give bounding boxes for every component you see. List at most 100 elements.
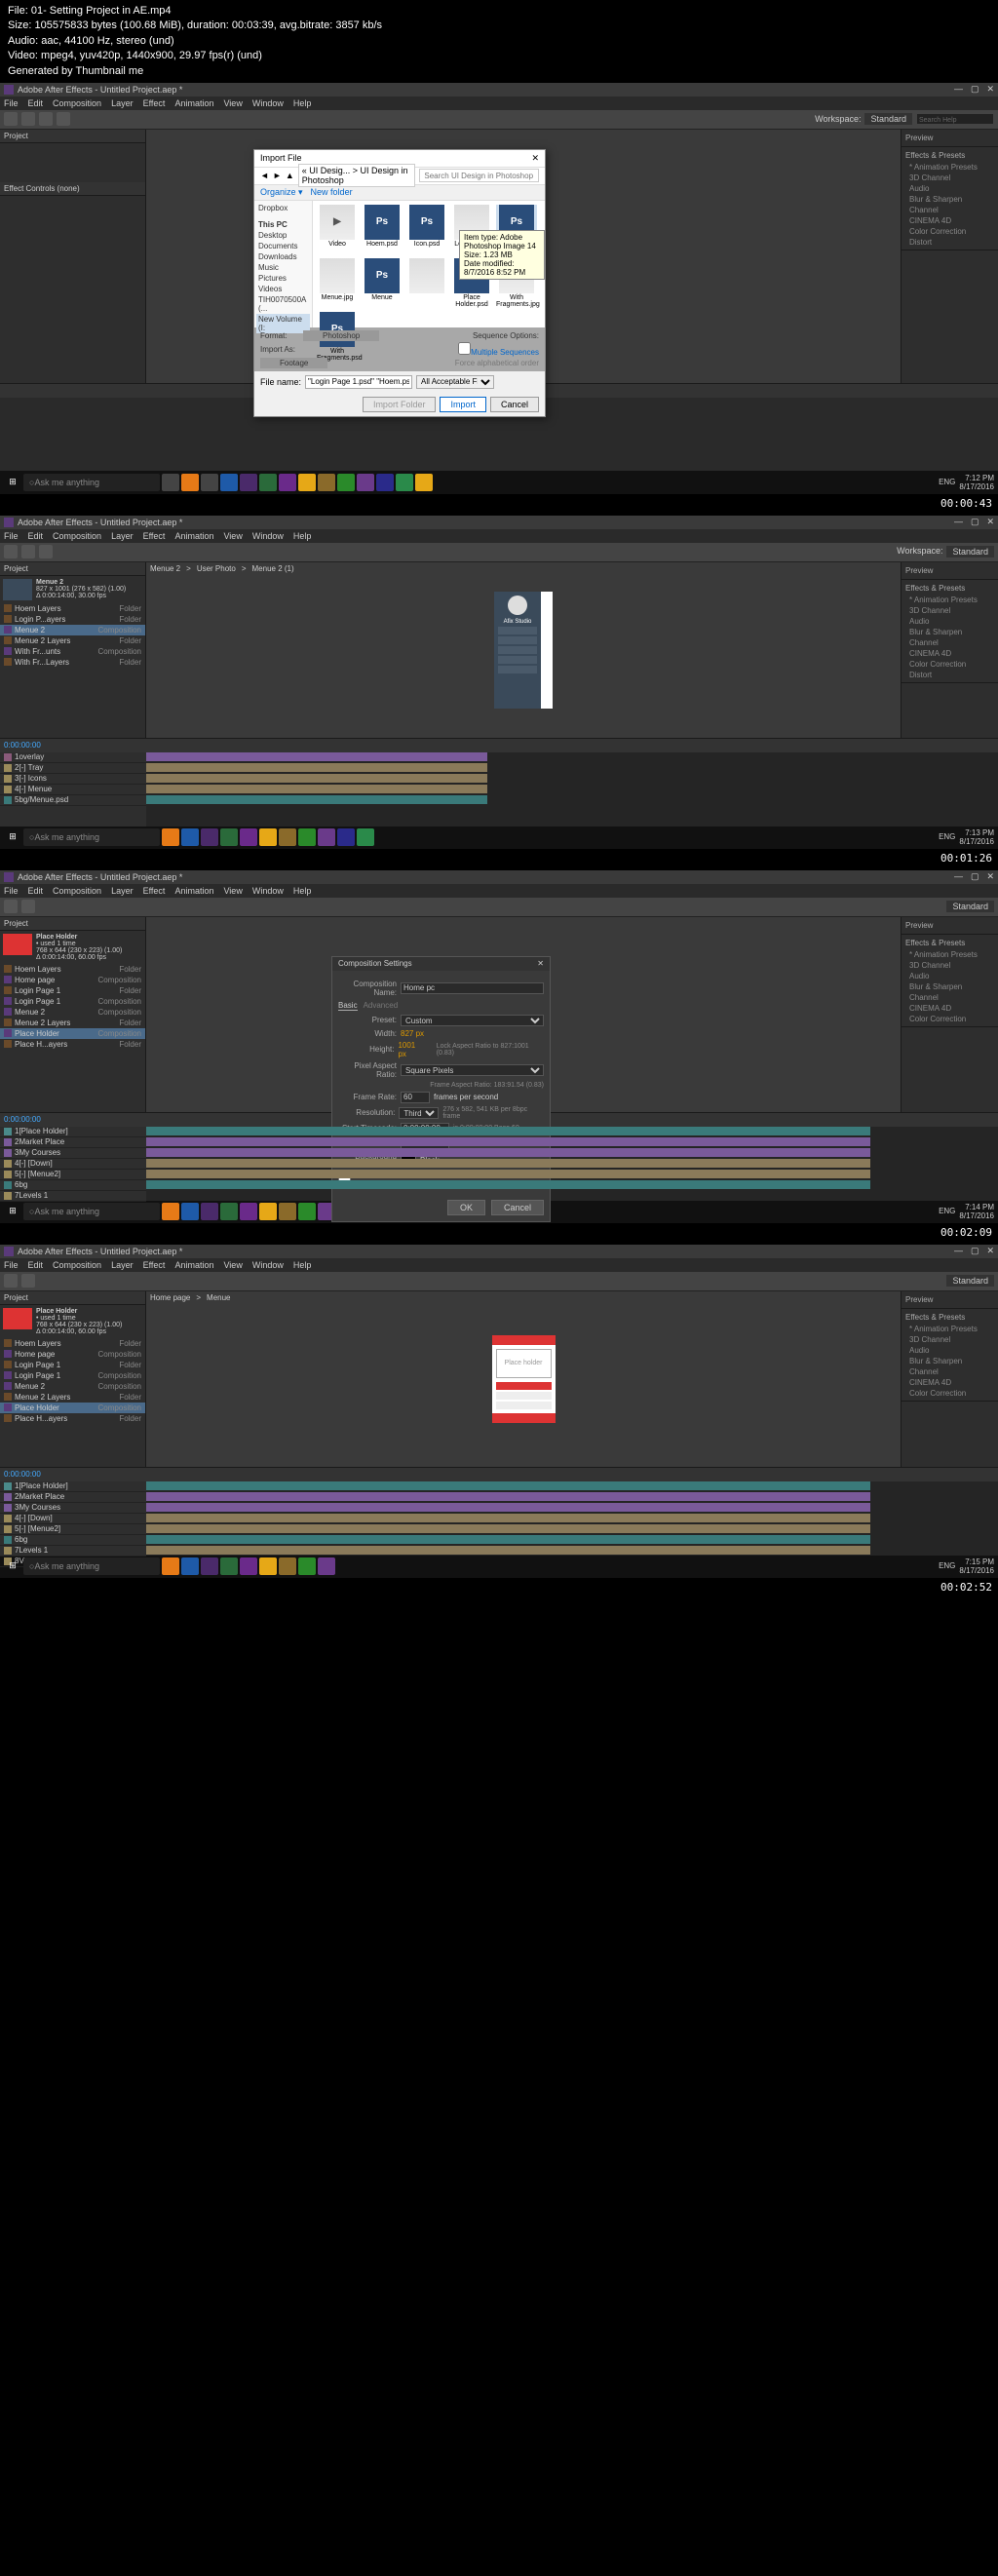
task-icon[interactable] [298,474,316,491]
multi-seq-checkbox[interactable] [458,342,471,355]
path-breadcrumb[interactable]: « UI Desig... > UI Design in Photoshop [298,164,416,187]
project-tree[interactable]: Hoem LayersFolder Home pageComposition L… [0,964,145,1050]
minimize-icon[interactable]: — [954,84,963,95]
menu-help[interactable]: Help [293,98,312,108]
preset-item[interactable]: 3D Channel [903,173,996,183]
sidebar-item[interactable]: Videos [256,284,310,294]
preset-item[interactable]: CINEMA 4D [903,215,996,226]
menu-edit[interactable]: Edit [28,98,44,108]
file-item[interactable]: PsIcon.psd [406,205,447,254]
effects-presets-title[interactable]: Effects & Presets [903,149,996,162]
start-button[interactable]: ⊞ [4,474,21,491]
menu-composition[interactable]: Composition [53,98,101,108]
import-folder-button[interactable]: Import Folder [363,397,437,412]
task-icon[interactable] [357,474,374,491]
cancel-button[interactable]: Cancel [490,397,539,412]
width-value[interactable]: 827 px [401,1029,424,1038]
preset-item[interactable]: Audio [903,183,996,194]
task-icon[interactable] [376,474,394,491]
preset-dropdown[interactable]: Custom [401,1015,544,1026]
file-item[interactable] [406,258,447,308]
sidebar-item[interactable]: Desktop [256,230,310,241]
menu-file[interactable]: File [4,98,19,108]
rotate-tool[interactable] [57,112,70,126]
preset-item[interactable]: Channel [903,205,996,215]
file-filter-dropdown[interactable]: All Acceptable Files (*.prproj;*.c [416,375,494,389]
search-input[interactable] [419,169,539,182]
timeline-panel[interactable]: 0:00:00:00 1 overlay 2 [-] Tray 3 [-] Ic… [0,738,998,826]
composition-viewer[interactable]: Home page > Menue Place holder [146,1291,901,1467]
nav-back-icon[interactable]: ◄ [260,171,269,180]
file-item[interactable]: PsHoem.psd [362,205,403,254]
tab-advanced[interactable]: Advanced [364,1001,399,1011]
preset-item[interactable]: Distort [903,237,996,248]
framerate-input[interactable] [401,1092,430,1103]
project-tree[interactable]: Hoem LayersFolder Home pageComposition L… [0,1338,145,1424]
project-tree[interactable]: Hoem LayersFolder Login P...ayersFolder … [0,603,145,668]
task-icon[interactable] [259,474,277,491]
project-panel-tab[interactable]: Project [0,130,145,143]
tray-lang[interactable]: ENG [939,478,955,486]
timecode-display[interactable]: 0:00:00:00 [4,741,41,750]
composition-viewer[interactable]: Menue 2 > User Photo > Menue 2 (1) Afix … [146,562,901,738]
height-value[interactable]: 1001 px [398,1041,424,1058]
sidebar-item[interactable]: Dropbox [256,203,310,213]
nav-up-icon[interactable]: ▲ [286,171,294,180]
close-icon[interactable]: ✕ [986,84,994,95]
task-icon[interactable] [162,474,179,491]
preset-item[interactable]: Blur & Sharpen [903,194,996,205]
task-icon[interactable] [279,474,296,491]
menu-effect[interactable]: Effect [143,98,166,108]
sidebar-item[interactable]: New Volume (I: [256,314,310,333]
task-icon[interactable] [201,474,218,491]
task-icon[interactable] [240,474,257,491]
new-folder-button[interactable]: New folder [311,187,353,198]
preset-item[interactable]: Color Correction [903,226,996,237]
zoom-tool[interactable] [39,112,53,126]
hand-tool[interactable] [21,112,35,126]
sidebar-item[interactable]: TIH0070500A (... [256,294,310,314]
par-dropdown[interactable]: Square Pixels [401,1064,544,1076]
menu-bar[interactable]: File Edit Composition Layer Effect Anima… [0,96,998,110]
cancel-button[interactable]: Cancel [491,1200,544,1215]
sidebar-item[interactable]: Documents [256,241,310,251]
task-icon[interactable] [220,474,238,491]
task-icon[interactable] [337,474,355,491]
ok-button[interactable]: OK [447,1200,485,1215]
menu-animation[interactable]: Animation [174,98,213,108]
maximize-icon[interactable]: ▢ [971,84,979,95]
sidebar-item[interactable]: Pictures [256,273,310,284]
task-icon[interactable] [415,474,433,491]
sidebar-item[interactable]: Downloads [256,251,310,262]
comp-name-input[interactable] [401,982,544,994]
taskbar[interactable]: ⊞ ○ Ask me anything ENG 7:12 PM8/17/2016 [0,471,998,494]
system-tray[interactable]: ENG 7:12 PM8/17/2016 [939,474,994,491]
window-controls[interactable]: — ▢ ✕ [954,84,994,95]
task-icon[interactable] [181,474,199,491]
comp-breadcrumbs[interactable]: Menue 2 > User Photo > Menue 2 (1) [146,562,298,575]
folder-tree[interactable]: Dropbox This PC Desktop Documents Downlo… [254,201,313,327]
nav-fwd-icon[interactable]: ► [273,171,282,180]
search-help-input[interactable]: Search Help [916,113,994,125]
cortana-search[interactable]: ○ Ask me anything [23,474,160,491]
effect-controls-tab[interactable]: Effect Controls (none) [0,182,145,196]
task-icon[interactable] [318,474,335,491]
selection-tool[interactable] [4,112,18,126]
dialog-close-icon[interactable]: ✕ [531,153,539,164]
menu-view[interactable]: View [223,98,242,108]
task-icon[interactable] [396,474,413,491]
close-icon[interactable]: ✕ [537,959,544,968]
preset-item[interactable]: * Animation Presets [903,162,996,173]
organize-dropdown[interactable]: Organize ▾ [260,187,303,198]
file-item[interactable]: PsMenue [362,258,403,308]
resolution-dropdown[interactable]: Third [399,1107,439,1119]
file-item[interactable]: ▶Video [317,205,358,254]
menu-layer[interactable]: Layer [111,98,134,108]
import-button[interactable]: Import [440,397,486,412]
file-item[interactable]: Menue.jpg [317,258,358,308]
menu-window[interactable]: Window [252,98,284,108]
filename-input[interactable] [305,375,412,389]
workspace-dropdown[interactable]: Standard [864,113,912,125]
timeline-panel[interactable]: 0:00:00:00 1 [Place Holder] 2 Market Pla… [0,1467,998,1555]
sidebar-item[interactable]: This PC [256,219,310,230]
